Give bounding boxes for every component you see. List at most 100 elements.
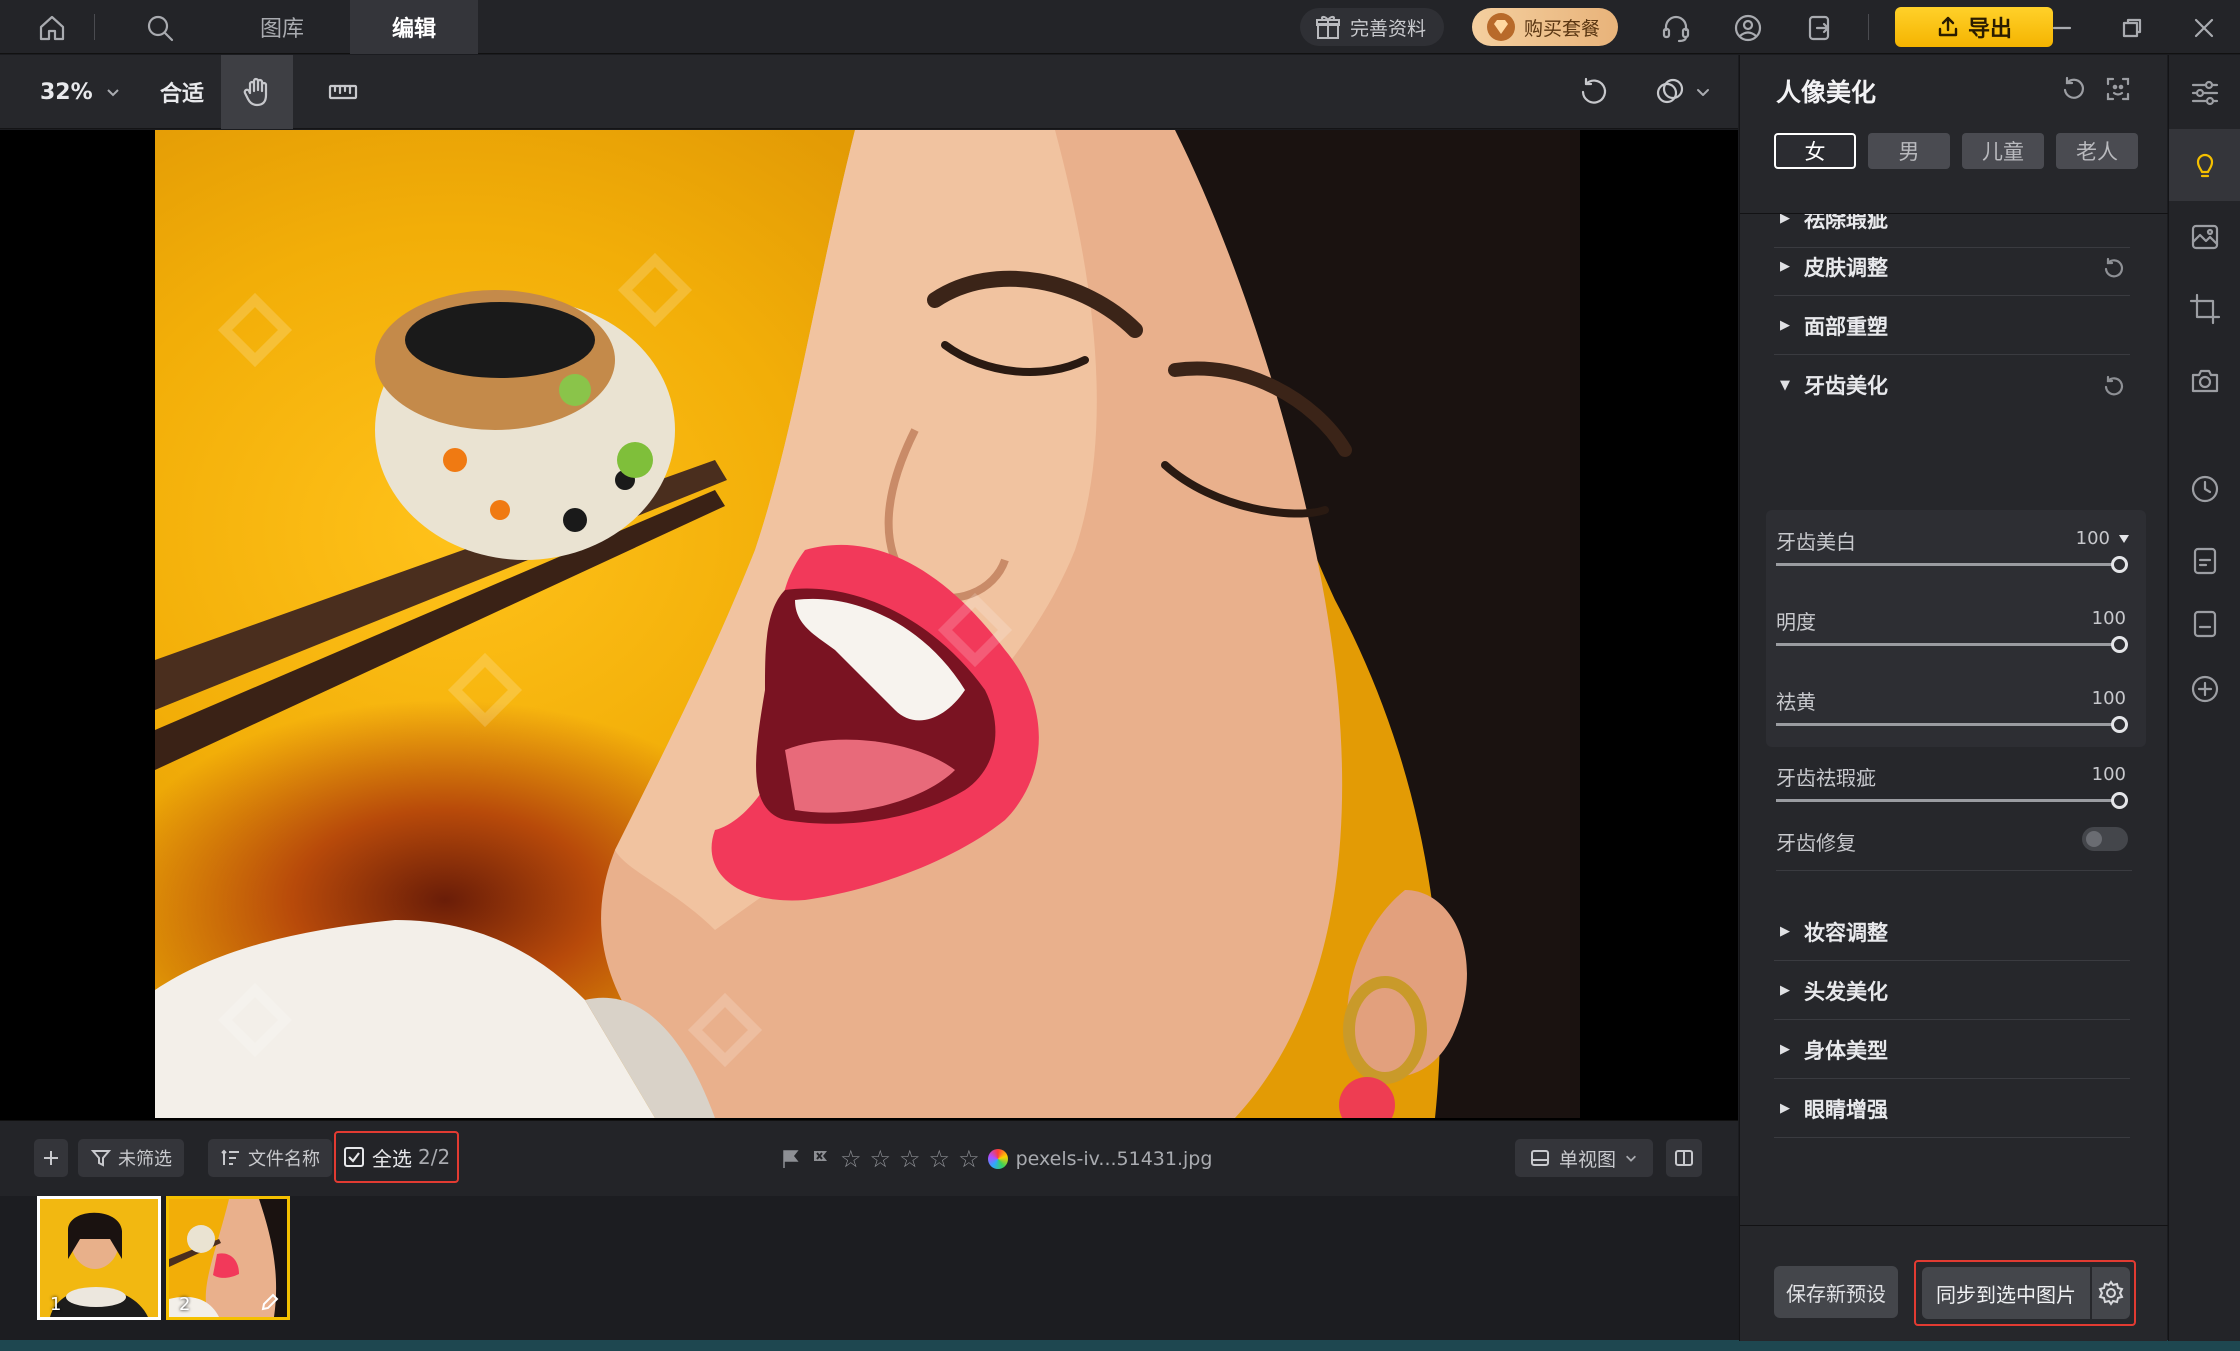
slider-track[interactable] bbox=[1776, 716, 2128, 733]
diamond-badge-icon bbox=[1487, 13, 1515, 41]
rotate-left-icon bbox=[1581, 77, 1607, 104]
thumbnail-2[interactable]: 2 bbox=[166, 1196, 290, 1320]
tab-edit[interactable]: 编辑 bbox=[350, 0, 478, 54]
close-icon[interactable] bbox=[2182, 6, 2226, 50]
zoom-dropdown[interactable]: 32% bbox=[40, 55, 121, 129]
divider bbox=[1868, 14, 1869, 40]
slider-knob[interactable] bbox=[2111, 716, 2128, 733]
buy-plan-button[interactable]: 购买套餐 bbox=[1472, 8, 1619, 46]
section-skin-adjust[interactable]: ▶ 皮肤调整 bbox=[1774, 238, 2130, 296]
rating-star-4[interactable]: ☆ bbox=[929, 1147, 951, 1171]
slider-label: 牙齿美白 bbox=[1776, 530, 1856, 554]
flag-reject-icon[interactable] bbox=[810, 1148, 832, 1170]
fit-button[interactable]: 合适 bbox=[160, 55, 204, 129]
gender-child-button[interactable]: 儿童 bbox=[1962, 133, 2044, 169]
upload-icon bbox=[1938, 16, 1958, 37]
slider-label: 祛黄 bbox=[1776, 690, 1816, 714]
undo-rotate-button[interactable] bbox=[1558, 55, 1630, 129]
teeth-repair-toggle[interactable] bbox=[2082, 827, 2128, 851]
rating-star-2[interactable]: ☆ bbox=[870, 1147, 892, 1171]
section-teeth-beauty[interactable]: ▼ 牙齿美化 bbox=[1774, 356, 2130, 414]
export-button[interactable]: 导出 bbox=[1895, 7, 2053, 47]
section-face-reshape[interactable]: ▶ 面部重塑 bbox=[1774, 297, 2130, 355]
portrait-beauty-icon[interactable] bbox=[2169, 129, 2240, 201]
sort-button[interactable]: 文件名称 bbox=[208, 1139, 332, 1177]
logout-icon[interactable] bbox=[1798, 6, 1842, 50]
gender-female-button[interactable]: 女 bbox=[1774, 133, 1856, 169]
slider-knob[interactable] bbox=[2111, 636, 2128, 653]
sync-settings-button[interactable] bbox=[2092, 1267, 2130, 1319]
section-body-shape[interactable]: ▶ 身体美型 bbox=[1774, 1021, 2130, 1079]
reset-icon[interactable] bbox=[2102, 256, 2126, 280]
headset-support-icon[interactable] bbox=[1654, 6, 1698, 50]
section-eye-enhance[interactable]: ▶ 眼睛增强 bbox=[1774, 1080, 2130, 1138]
compare-split-button[interactable] bbox=[1666, 1139, 1702, 1177]
deyellow-slider[interactable]: 祛黄 100 bbox=[1776, 686, 2136, 746]
single-view-icon bbox=[1531, 1150, 1549, 1166]
slider-value[interactable]: 100 bbox=[2092, 688, 2126, 709]
reset-icon[interactable] bbox=[2102, 374, 2126, 398]
pan-hand-tool[interactable] bbox=[221, 55, 293, 129]
slider-value[interactable]: 100 bbox=[2092, 764, 2126, 785]
history-clock-icon[interactable] bbox=[2169, 453, 2240, 525]
photo-preview[interactable] bbox=[155, 130, 1580, 1118]
thumbnail-1[interactable]: 1 bbox=[37, 1196, 161, 1320]
color-label-icon[interactable] bbox=[987, 1149, 1008, 1169]
flag-pick-icon[interactable] bbox=[780, 1148, 802, 1170]
brightness-slider[interactable]: 明度 100 bbox=[1776, 606, 2136, 666]
minimize-icon[interactable] bbox=[2040, 6, 2084, 50]
filmstrip: 1 2 bbox=[0, 1196, 1738, 1340]
caret-down-icon[interactable] bbox=[2118, 534, 2130, 544]
chevron-down-icon bbox=[106, 89, 119, 97]
slider-knob[interactable] bbox=[2111, 792, 2128, 809]
crop-icon[interactable] bbox=[2169, 273, 2240, 345]
restore-window-icon[interactable] bbox=[2110, 6, 2154, 50]
teeth-blemish-slider[interactable]: 牙齿祛瑕疵 100 bbox=[1776, 762, 2136, 822]
sync-highlight: 同步到选中图片 bbox=[1914, 1260, 2136, 1326]
slider-track[interactable] bbox=[1776, 636, 2128, 653]
plus-icon bbox=[44, 1151, 58, 1165]
gender-male-button[interactable]: 男 bbox=[1868, 133, 1950, 169]
zoom-value: 32% bbox=[40, 79, 93, 105]
camera-icon[interactable] bbox=[2169, 345, 2240, 417]
slider-value[interactable]: 100 bbox=[2092, 608, 2126, 629]
section-hair[interactable]: ▶ 头发美化 bbox=[1774, 962, 2130, 1020]
slider-knob[interactable] bbox=[2111, 556, 2128, 573]
adjust-sliders-icon[interactable] bbox=[2169, 57, 2240, 129]
slider-track[interactable] bbox=[1776, 792, 2128, 809]
image-edit-icon[interactable] bbox=[2169, 201, 2240, 273]
save-preset-button[interactable]: 保存新预设 bbox=[1774, 1266, 1898, 1318]
face-detect-icon[interactable] bbox=[2104, 75, 2136, 107]
add-image-button[interactable] bbox=[34, 1139, 68, 1177]
rating-star-3[interactable]: ☆ bbox=[899, 1147, 921, 1171]
add-plugin-icon[interactable] bbox=[2169, 653, 2240, 725]
home-icon[interactable] bbox=[30, 6, 74, 50]
preset-panel-icon[interactable] bbox=[2169, 525, 2240, 597]
slider-value[interactable]: 100 bbox=[2076, 528, 2110, 549]
expand-arrow-icon: ▶ bbox=[1780, 924, 1790, 939]
section-makeup[interactable]: ▶ 妆容调整 bbox=[1774, 903, 2130, 961]
section-label: 皮肤调整 bbox=[1804, 255, 1888, 280]
compare-dropdown[interactable] bbox=[1632, 55, 1732, 129]
ruler-tool[interactable] bbox=[307, 55, 379, 129]
notes-panel-icon[interactable] bbox=[2169, 588, 2240, 660]
ruler-icon bbox=[328, 84, 358, 100]
divider bbox=[94, 14, 95, 40]
search-icon[interactable] bbox=[138, 6, 182, 50]
rating-star-5[interactable]: ☆ bbox=[958, 1147, 980, 1171]
filter-button[interactable]: 未筛选 bbox=[78, 1139, 184, 1177]
image-canvas[interactable] bbox=[0, 130, 1738, 1120]
user-account-icon[interactable] bbox=[1726, 6, 1770, 50]
view-mode-dropdown[interactable]: 单视图 bbox=[1515, 1139, 1653, 1177]
select-all-checkbox[interactable]: 全选 2/2 bbox=[334, 1131, 459, 1183]
sync-to-selected-button[interactable]: 同步到选中图片 bbox=[1922, 1267, 2090, 1319]
gender-elder-button[interactable]: 老人 bbox=[2056, 133, 2138, 169]
slider-track[interactable] bbox=[1776, 556, 2128, 573]
chevron-down-icon bbox=[1626, 1155, 1637, 1162]
complete-profile-button[interactable]: 完善资料 bbox=[1300, 8, 1445, 46]
export-label: 导出 bbox=[1967, 17, 2012, 42]
teeth-whiten-slider[interactable]: 牙齿美白 100 bbox=[1776, 526, 2136, 586]
rating-star-1[interactable]: ☆ bbox=[840, 1147, 862, 1171]
tab-library[interactable]: 图库 bbox=[220, 0, 344, 54]
reset-all-icon[interactable] bbox=[2060, 75, 2092, 107]
